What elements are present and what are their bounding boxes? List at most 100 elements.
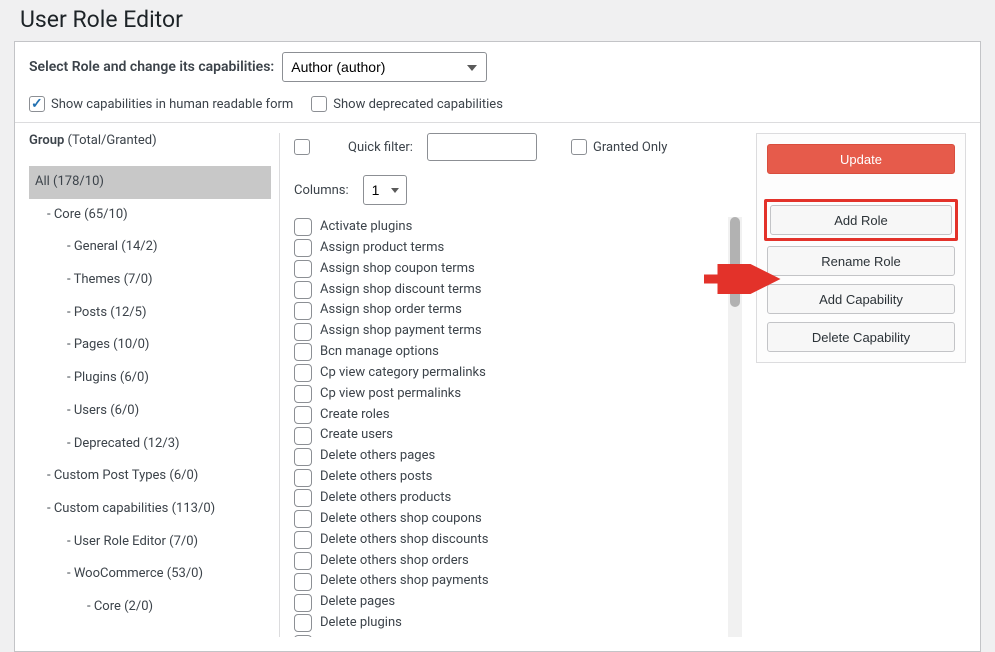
quick-filter-input[interactable] [427, 133, 537, 161]
capability-label: Delete others shop coupons [320, 510, 482, 529]
capability-scrollbar[interactable] [728, 217, 742, 637]
capability-label: Assign shop discount terms [320, 281, 481, 300]
capability-label: Assign shop coupon terms [320, 260, 475, 279]
capability-checkbox[interactable] [294, 552, 312, 570]
capability-checkbox[interactable] [294, 323, 312, 341]
capability-label: Delete others posts [320, 468, 432, 487]
sidebar-item[interactable]: - Core (65/10) [29, 199, 271, 232]
capability-item: Delete others posts [294, 467, 728, 488]
filter-row: Quick filter: Granted Only Columns: 1 [294, 133, 742, 205]
capability-checkbox[interactable] [294, 448, 312, 466]
human-readable-checkbox[interactable] [29, 96, 45, 112]
sidebar-item[interactable]: - Core (2/0) [29, 591, 271, 624]
add-capability-button[interactable]: Add Capability [767, 284, 955, 314]
capability-item: Assign shop coupon terms [294, 259, 728, 280]
scrollbar-thumb[interactable] [730, 217, 740, 307]
sidebar-item[interactable]: - WooCommerce (53/0) [29, 558, 271, 591]
capability-checkbox[interactable] [294, 510, 312, 528]
capability-label: Bcn manage options [320, 343, 439, 362]
role-select[interactable]: Author (author) [282, 52, 487, 82]
delete-capability-button[interactable]: Delete Capability [767, 322, 955, 352]
capability-checkbox[interactable] [294, 302, 312, 320]
capability-label: Delete pages [320, 593, 395, 612]
capability-checkbox[interactable] [294, 635, 312, 637]
capability-label: Delete others pages [320, 447, 435, 466]
add-role-highlight: Add Role [764, 199, 958, 241]
capability-checkbox[interactable] [294, 531, 312, 549]
deprecated-checkbox[interactable] [311, 96, 327, 112]
select-role-label: Select Role and change its capabilities: [29, 59, 274, 75]
add-role-button[interactable]: Add Role [770, 205, 952, 235]
group-sidebar: Group (Total/Granted) All (178/10)- Core… [29, 133, 279, 624]
rename-role-button[interactable]: Rename Role [767, 246, 955, 276]
main-panel: Select Role and change its capabilities:… [14, 41, 981, 652]
capability-checkbox[interactable] [294, 260, 312, 278]
sidebar-item[interactable]: - General (14/2) [29, 231, 271, 264]
capability-checkbox[interactable] [294, 343, 312, 361]
capability-item: Assign shop discount terms [294, 280, 728, 301]
capability-label: Delete posts [320, 635, 392, 637]
select-all-checkbox[interactable] [294, 139, 310, 155]
capability-item: Delete others pages [294, 446, 728, 467]
capability-checkbox[interactable] [294, 614, 312, 632]
sidebar-item[interactable]: - Posts (12/5) [29, 297, 271, 330]
capability-list: Activate plugins Assign product terms Assi… [294, 217, 728, 637]
capability-item: Delete others shop discounts [294, 530, 728, 551]
capability-item: Delete plugins [294, 613, 728, 634]
capability-item: Bcn manage options [294, 342, 728, 363]
sidebar-item[interactable]: - Custom capabilities (113/0) [29, 493, 271, 526]
capability-item: Delete pages [294, 592, 728, 613]
granted-only-checkbox[interactable] [571, 139, 587, 155]
capability-item: Delete posts [294, 634, 728, 637]
page-title: User Role Editor [0, 0, 995, 41]
separator [15, 122, 980, 123]
sidebar-item[interactable]: All (178/10) [29, 166, 271, 199]
human-readable-label: Show capabilities in human readable form [51, 97, 293, 112]
capability-checkbox[interactable] [294, 594, 312, 612]
sidebar-item[interactable]: - Themes (7/0) [29, 264, 271, 297]
group-heading-strong: Group [29, 133, 64, 148]
capability-item: Cp view post permalinks [294, 384, 728, 405]
capability-checkbox[interactable] [294, 385, 312, 403]
capability-checkbox[interactable] [294, 469, 312, 487]
capability-label: Delete plugins [320, 614, 402, 633]
capability-item: Create roles [294, 405, 728, 426]
columns-select[interactable]: 1 [363, 175, 407, 205]
options-row: Show capabilities in human readable form… [29, 96, 966, 112]
capability-item: Delete others shop coupons [294, 509, 728, 530]
capability-checkbox[interactable] [294, 427, 312, 445]
deprecated-label: Show deprecated capabilities [333, 97, 503, 112]
capability-label: Create users [320, 426, 393, 445]
capability-label: Delete others shop payments [320, 572, 489, 591]
sidebar-item[interactable]: - Users (6/0) [29, 395, 271, 428]
capability-checkbox[interactable] [294, 364, 312, 382]
capability-item: Assign shop order terms [294, 300, 728, 321]
actions-box: Update Add Role Rename Role Add Capabili… [756, 133, 966, 363]
capability-checkbox[interactable] [294, 573, 312, 591]
capability-item: Assign shop payment terms [294, 321, 728, 342]
capability-checkbox[interactable] [294, 489, 312, 507]
capability-label: Activate plugins [320, 218, 412, 237]
capability-checkbox[interactable] [294, 218, 312, 236]
columns-label: Columns: [294, 183, 349, 198]
capability-item: Activate plugins [294, 217, 728, 238]
capability-label: Cp view category permalinks [320, 364, 486, 383]
capability-label: Assign product terms [320, 239, 444, 258]
capability-checkbox[interactable] [294, 239, 312, 257]
capability-label: Create roles [320, 406, 390, 425]
capability-column: Quick filter: Granted Only Columns: 1 Ac… [279, 133, 742, 637]
sidebar-item[interactable]: - Plugins (6/0) [29, 362, 271, 395]
capability-checkbox[interactable] [294, 406, 312, 424]
sidebar-item[interactable]: - Deprecated (12/3) [29, 428, 271, 461]
sidebar-item[interactable]: - Custom Post Types (6/0) [29, 460, 271, 493]
capability-item: Delete others shop orders [294, 551, 728, 572]
granted-only-label: Granted Only [593, 140, 667, 155]
sidebar-item[interactable]: - Pages (10/0) [29, 329, 271, 362]
sidebar-item[interactable]: - User Role Editor (7/0) [29, 526, 271, 559]
role-select-row: Select Role and change its capabilities:… [29, 52, 966, 82]
capability-label: Assign shop payment terms [320, 322, 482, 341]
update-button[interactable]: Update [767, 144, 955, 174]
capability-checkbox[interactable] [294, 281, 312, 299]
capability-label: Cp view post permalinks [320, 385, 461, 404]
capability-label: Assign shop order terms [320, 301, 462, 320]
